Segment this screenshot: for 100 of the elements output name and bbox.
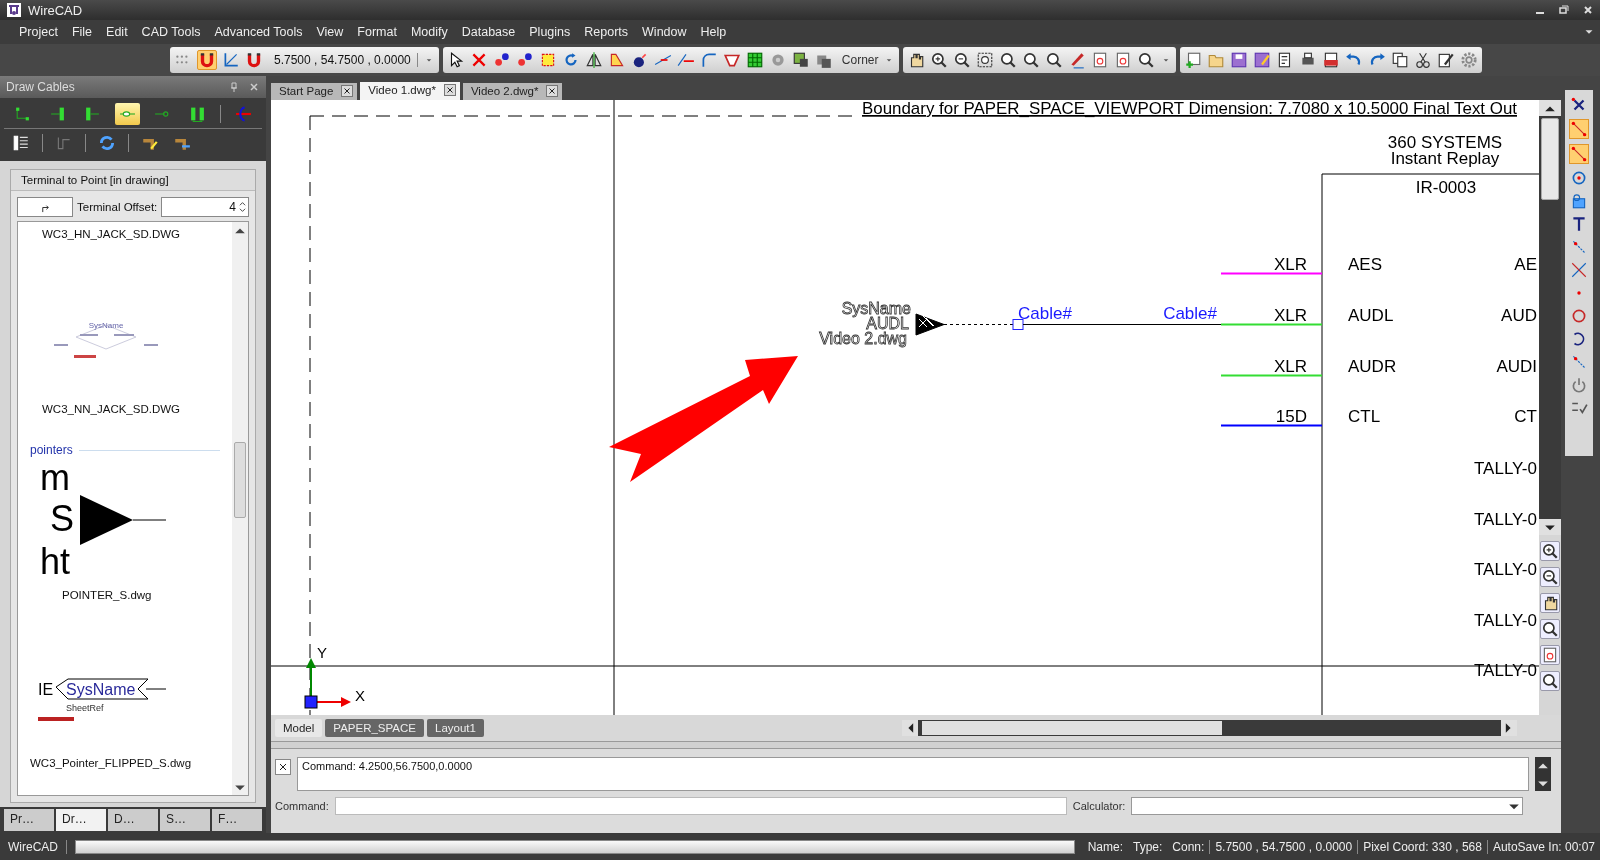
rotate-button[interactable] xyxy=(17,197,73,217)
menu-item[interactable]: CAD Tools xyxy=(134,22,208,42)
jack-symbol-preview[interactable]: SysName xyxy=(46,317,166,367)
port-name: TALLY-0 xyxy=(1474,459,1537,478)
menu-item[interactable]: Modify xyxy=(403,22,455,42)
port-name: TALLY-0 xyxy=(1474,560,1537,579)
layout-tab[interactable]: Layout1 xyxy=(427,719,484,737)
offset-label: Terminal Offset: xyxy=(77,201,158,213)
snap-icon[interactable] xyxy=(1570,169,1588,187)
save-as-icon[interactable] xyxy=(1253,51,1272,69)
scroll-thumb[interactable] xyxy=(234,442,246,518)
zoom-icon[interactable] xyxy=(1022,51,1041,69)
magnet-icon[interactable] xyxy=(245,51,263,69)
document-tab[interactable]: Video 1.dwg* xyxy=(360,82,460,100)
edit-icon[interactable] xyxy=(1437,51,1456,69)
restore-icon[interactable] xyxy=(1558,4,1570,16)
grid-icon[interactable] xyxy=(745,51,764,69)
pen-icon[interactable] xyxy=(1068,51,1087,69)
cable-icon[interactable] xyxy=(115,103,141,125)
panel-tab[interactable]: D… xyxy=(108,809,158,831)
snap-icon[interactable] xyxy=(1570,307,1588,325)
scroll-thumb[interactable] xyxy=(1541,118,1559,200)
command-input[interactable] xyxy=(334,797,1067,815)
spinner-arrows-icon[interactable] xyxy=(239,200,246,214)
offset-spinner[interactable]: 4 xyxy=(161,197,249,217)
close-icon[interactable] xyxy=(1582,4,1594,16)
zoom-icon[interactable] xyxy=(999,51,1018,69)
calculator-field[interactable] xyxy=(1131,797,1524,815)
scroll-right-icon[interactable] xyxy=(1501,720,1517,736)
magnet-icon[interactable] xyxy=(197,50,217,70)
panel-tab[interactable]: S… xyxy=(160,809,210,831)
zoom-icon[interactable] xyxy=(1540,671,1560,691)
sheet-icon[interactable] xyxy=(1540,645,1560,665)
menu-item[interactable]: Reports xyxy=(577,22,636,42)
menu-item[interactable]: Format xyxy=(350,22,404,42)
add-sheet-icon[interactable] xyxy=(1184,51,1203,69)
menu-item[interactable]: Advanced Tools xyxy=(207,22,310,42)
axis-label: X xyxy=(355,687,365,704)
zoom-icon[interactable] xyxy=(1137,51,1156,69)
panel-tab[interactable]: Pr… xyxy=(4,809,54,831)
canvas-scrollbar[interactable] xyxy=(1539,100,1561,535)
list-scrollbar[interactable] xyxy=(232,222,248,795)
fill-icon[interactable] xyxy=(791,51,810,69)
power-icon[interactable] xyxy=(1570,376,1588,394)
menu-item[interactable]: Plugins xyxy=(522,22,578,42)
layout-tab[interactable]: PAPER_SPACE xyxy=(325,719,424,737)
symbol-filename[interactable]: WC3_NN_JACK_SD.DWG xyxy=(30,397,181,421)
menu-item[interactable]: Database xyxy=(454,22,523,42)
zoom-out-icon[interactable] xyxy=(953,51,972,69)
drawing-canvas[interactable] xyxy=(271,100,1539,715)
close-icon[interactable] xyxy=(275,759,291,775)
close-icon[interactable] xyxy=(341,85,354,97)
cut-icon[interactable] xyxy=(1414,51,1433,69)
horizontal-scrollbar[interactable] xyxy=(902,720,1517,736)
zoom-out-icon[interactable] xyxy=(1540,567,1560,587)
panel-tab[interactable]: Dr… xyxy=(56,809,106,831)
menu-item[interactable]: View xyxy=(309,22,351,42)
symbol-filename[interactable]: POINTER_S.dwg xyxy=(30,583,152,607)
hand-icon[interactable] xyxy=(1540,593,1560,613)
move-icon[interactable] xyxy=(492,51,511,69)
snap-mode-dropdown[interactable]: Corner xyxy=(837,53,879,67)
snap-icon[interactable] xyxy=(1570,215,1588,233)
zoom-in-icon[interactable] xyxy=(930,51,949,69)
scroll-up-icon[interactable] xyxy=(1539,100,1561,116)
symbol-filename[interactable]: WC3_Pointer_FLIPPED_S.dwg xyxy=(30,751,192,775)
zoom-icon[interactable] xyxy=(1540,619,1560,639)
flipped-pointer-preview[interactable]: IE SysName SheetRef xyxy=(38,677,168,737)
coordinates-field[interactable]: 5.7500 , 54.7500 , 0.0000 xyxy=(268,53,418,67)
zoom-icon[interactable] xyxy=(1045,51,1064,69)
menu-item[interactable]: Project xyxy=(12,22,65,42)
close-icon[interactable] xyxy=(546,85,559,97)
menu-item[interactable]: Edit xyxy=(99,22,135,42)
symbol-filename[interactable]: WC3_HN_JACK_SD.DWG xyxy=(30,222,181,246)
axes-icon[interactable] xyxy=(222,51,240,69)
scroll-left-icon[interactable] xyxy=(902,720,918,736)
zoom-in-icon[interactable] xyxy=(1540,541,1560,561)
document-tab[interactable]: Video 2.dwg* xyxy=(462,83,563,100)
snap-icon[interactable] xyxy=(1570,261,1588,279)
scale-icon[interactable] xyxy=(515,51,534,69)
grip-point[interactable] xyxy=(1012,319,1024,330)
extend-icon[interactable] xyxy=(676,51,695,69)
scroll-thumb[interactable] xyxy=(922,721,1222,735)
scroll-down-icon[interactable] xyxy=(1539,519,1561,535)
menu-item[interactable]: File xyxy=(64,22,100,42)
save-icon[interactable] xyxy=(1230,51,1249,69)
splitter-handle[interactable] xyxy=(271,741,1561,749)
pointer-symbol-preview[interactable]: m S ht xyxy=(38,458,168,583)
mirror-icon[interactable] xyxy=(584,51,603,69)
snap-icon[interactable] xyxy=(1570,192,1588,210)
panel-tab[interactable]: F… xyxy=(212,809,262,831)
pin-icon[interactable] xyxy=(228,81,240,93)
layout-tab[interactable]: Model xyxy=(275,719,323,737)
pdf-icon[interactable] xyxy=(1322,51,1341,69)
close-icon[interactable] xyxy=(443,84,456,96)
zoom-window-icon[interactable] xyxy=(976,51,995,69)
document-tab[interactable]: Start Page xyxy=(271,83,358,100)
menu-item[interactable]: Help xyxy=(693,22,734,42)
device-block[interactable] xyxy=(1321,173,1539,715)
copy-icon[interactable] xyxy=(1391,51,1410,69)
menu-item[interactable]: Window xyxy=(635,22,694,42)
